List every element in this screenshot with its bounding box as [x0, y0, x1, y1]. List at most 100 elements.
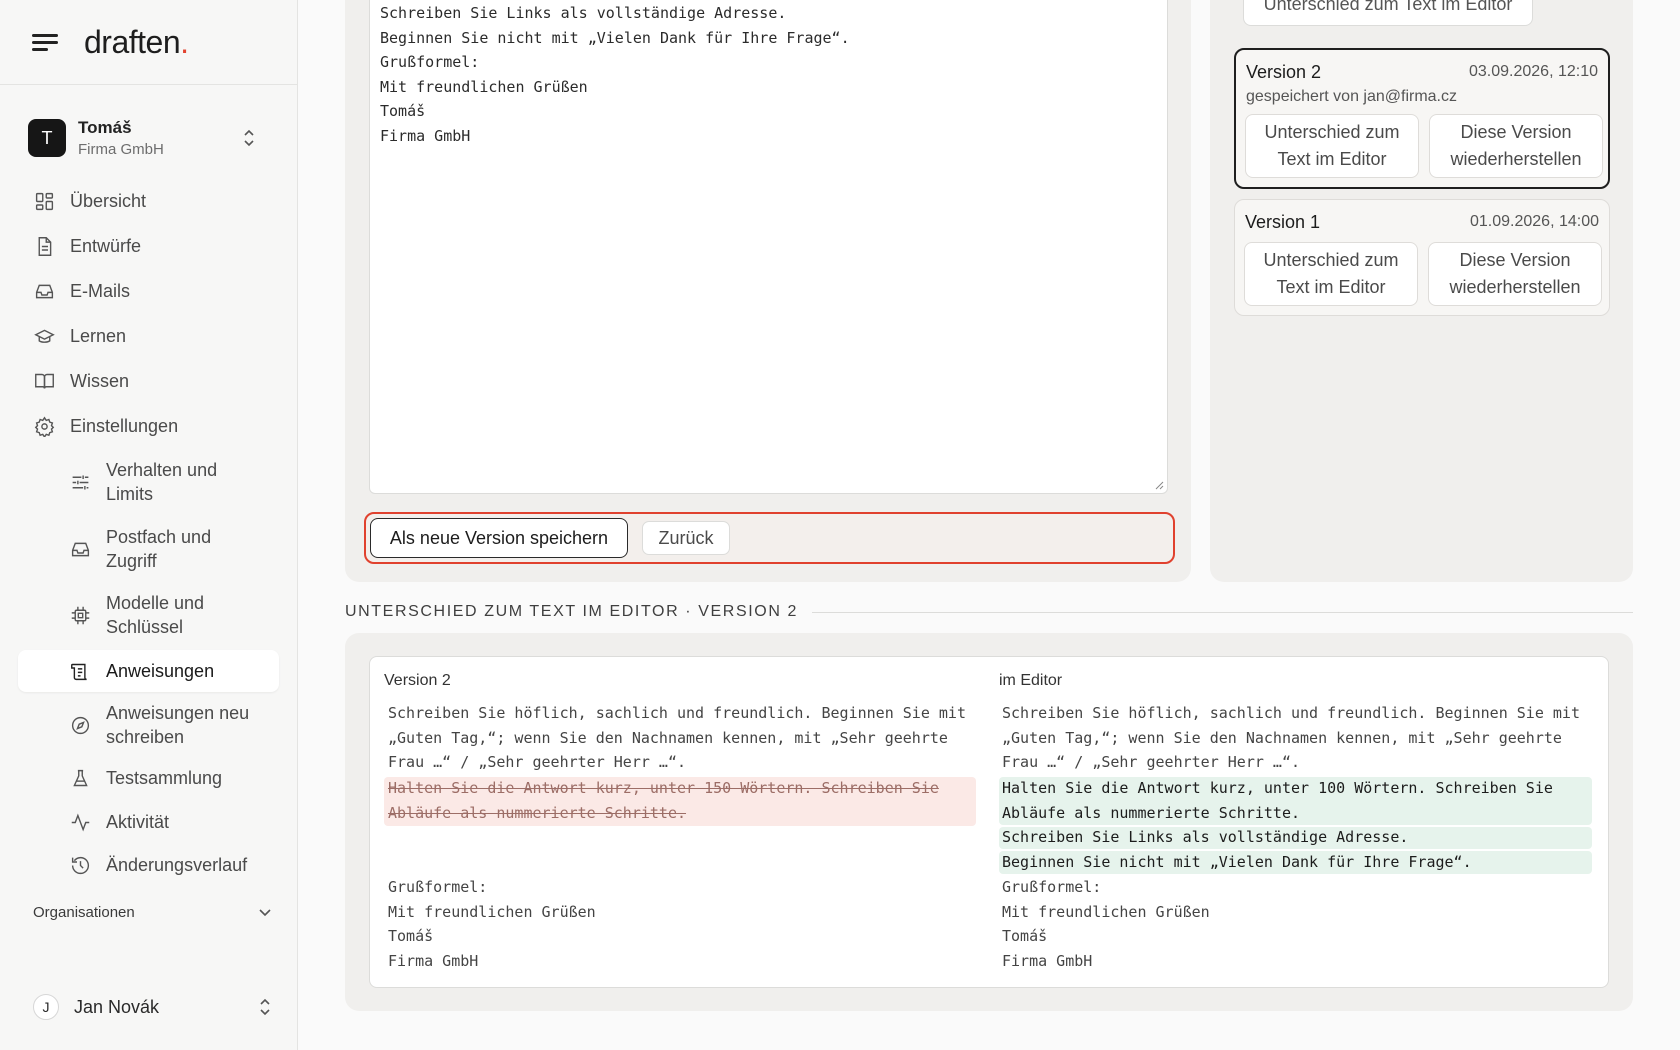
gear-icon	[32, 414, 56, 438]
book-icon	[32, 369, 56, 393]
diff-line-removed: Abläufe als nummerierte Schritte.	[388, 803, 687, 822]
sidebar-item-wissen[interactable]: Wissen	[18, 369, 279, 393]
diff-left-header: Version 2	[384, 672, 451, 689]
version-diff-button[interactable]: Unterschied zum Text im Editor	[1245, 114, 1419, 178]
inbox-icon	[32, 279, 56, 303]
version-restore-button[interactable]: Diese Version wiederherstellen	[1428, 242, 1602, 306]
sidebar-item-label: Entwürfe	[70, 235, 142, 256]
chevron-up-down-icon	[244, 129, 254, 147]
sidebar-subitem-modelle[interactable]: Modelle und Schlüssel	[18, 591, 279, 639]
account-company: Firma GmbH	[78, 141, 164, 158]
version-saved-by: gespeichert von jan@firma.cz	[1246, 88, 1457, 105]
account-name: Tomáš	[78, 118, 132, 137]
sidebar-item-label: Anweisungen	[106, 661, 215, 681]
diff-line: Firma GmbH	[1002, 951, 1093, 970]
diff-line-removed: Halten Sie die Antwort kurz, unter 150 W…	[388, 779, 939, 797]
chevron-up-down-icon	[260, 998, 270, 1016]
diff-line: Firma GmbH	[388, 951, 479, 970]
sidebar-subitem-testsammlung[interactable]: Testsammlung	[18, 766, 279, 790]
diff-line: Schreiben Sie höflich, sachlich und freu…	[388, 704, 966, 722]
save-as-new-version-button[interactable]: Als neue Version speichern	[370, 518, 628, 558]
sidebar: draften. T Tomáš Firma GmbH Übersicht En…	[0, 0, 298, 1050]
brand-logo[interactable]: draften.	[84, 24, 189, 61]
editor-text: Schreiben Sie Links als vollständige Adr…	[380, 4, 850, 145]
sidebar-item-label: Einstellungen	[70, 415, 179, 436]
user-name: Jan Novák	[74, 996, 160, 1017]
sidebar-item-label: Anweisungen neu schreiben	[106, 703, 250, 747]
sidebar-subitem-aktivitaet[interactable]: Aktivität	[18, 810, 279, 834]
sidebar-item-label: Lernen	[70, 325, 127, 346]
sidebar-item-label: Aktivität	[106, 812, 170, 832]
version-card-2[interactable]: Version 2 03.09.2026, 12:10 gespeichert …	[1234, 48, 1610, 189]
sidebar-item-label: Verhalten und Limits	[106, 460, 218, 504]
diff-panel: Version 2 im Editor Schreiben Sie höflic…	[369, 656, 1609, 988]
sidebar-item-label: Testsammlung	[106, 768, 223, 788]
resize-handle-icon[interactable]	[1154, 480, 1164, 490]
sidebar-subitem-postfach[interactable]: Postfach und Zugriff	[18, 525, 279, 573]
flask-icon	[68, 766, 92, 790]
sidebar-subitem-neu-schreiben[interactable]: Anweisungen neu schreiben	[18, 701, 279, 749]
account-avatar: T	[28, 119, 66, 157]
diff-section-title: UNTERSCHIED ZUM TEXT IM EDITOR · VERSION…	[345, 603, 1633, 621]
graduation-cap-icon	[32, 324, 56, 348]
grid-icon	[32, 189, 56, 213]
version-title: Version 1	[1245, 212, 1321, 232]
organisations-toggle[interactable]: Organisationen	[33, 904, 271, 921]
diff-line: „Guten Tag,“; wenn Sie den Nachnamen ken…	[1002, 728, 1562, 747]
sidebar-item-label: Änderungsverlauf	[106, 855, 248, 875]
diff-right-header: im Editor	[999, 672, 1063, 689]
user-menu[interactable]: J Jan Novák	[33, 994, 271, 1020]
sidebar-item-label: Modelle und Schlüssel	[106, 593, 205, 637]
document-icon	[32, 234, 56, 258]
inbox-icon	[68, 537, 92, 561]
chip-icon	[68, 603, 92, 627]
sliders-icon	[68, 470, 92, 494]
activity-icon	[68, 810, 92, 834]
sidebar-item-emails[interactable]: E-Mails	[18, 279, 279, 303]
diff-line: „Guten Tag,“; wenn Sie den Nachnamen ken…	[388, 728, 948, 747]
diff-line: Grußformel:	[388, 878, 488, 896]
version-diff-button[interactable]: Unterschied zum Text im Editor	[1244, 242, 1418, 306]
diff-line-added: Beginnen Sie nicht mit „Vielen Dank für …	[1002, 852, 1472, 871]
diff-line-added: Abläufe als nummerierte Schritte.	[1002, 803, 1301, 822]
diff-to-editor-button[interactable]: Unterschied zum Text im Editor	[1243, 0, 1533, 26]
version-date: 03.09.2026, 12:10	[1468, 63, 1598, 80]
sidebar-item-label: Wissen	[70, 370, 130, 391]
version-restore-button[interactable]: Diese Version wiederherstellen	[1429, 114, 1603, 178]
diff-line: Mit freundlichen Grüßen	[388, 902, 596, 921]
instructions-editor[interactable]: Schreiben Sie Links als vollständige Adr…	[369, 0, 1168, 494]
diff-line: Tomáš	[1002, 927, 1048, 945]
scroll-icon	[68, 659, 92, 683]
diff-line-added: Schreiben Sie Links als vollständige Adr…	[1002, 828, 1409, 846]
back-button[interactable]: Zurück	[642, 521, 730, 555]
sidebar-item-label: Postfach und Zugriff	[106, 527, 212, 571]
sidebar-item-entwuerfe[interactable]: Entwürfe	[18, 234, 279, 258]
sidebar-subitem-aenderungsverlauf[interactable]: Änderungsverlauf	[18, 853, 279, 877]
sidebar-subitem-anweisungen[interactable]: Anweisungen	[18, 650, 279, 692]
diff-line-added: Halten Sie die Antwort kurz, unter 100 W…	[1002, 779, 1553, 797]
diff-line: Frau …“ / „Sehr geehrter Herr …“.	[1002, 753, 1301, 771]
diff-line: Grußformel:	[1002, 878, 1102, 896]
sidebar-item-label: Übersicht	[70, 190, 147, 211]
diff-line: Mit freundlichen Grüßen	[1002, 902, 1210, 921]
diff-line: Schreiben Sie höflich, sachlich und freu…	[1002, 704, 1580, 722]
user-avatar: J	[33, 994, 59, 1020]
version-date: 01.09.2026, 14:00	[1469, 213, 1599, 230]
diff-line: Tomáš	[388, 927, 434, 945]
organisations-label: Organisationen	[33, 904, 135, 921]
sidebar-item-uebersicht[interactable]: Übersicht	[18, 189, 279, 213]
version-card-1[interactable]: Version 1 01.09.2026, 14:00 Unterschied …	[1234, 199, 1610, 316]
diff-line: Frau …“ / „Sehr geehrter Herr …“.	[388, 753, 687, 771]
diff-section-title-text: UNTERSCHIED ZUM TEXT IM EDITOR · VERSION…	[345, 603, 799, 620]
version-title: Version 2	[1246, 62, 1322, 82]
sidebar-item-einstellungen[interactable]: Einstellungen	[18, 414, 279, 438]
sidebar-item-lernen[interactable]: Lernen	[18, 324, 279, 348]
sidebar-subitem-verhalten[interactable]: Verhalten und Limits	[18, 458, 279, 506]
chevron-down-icon	[259, 908, 271, 916]
compass-icon	[68, 713, 92, 737]
history-icon	[68, 853, 92, 877]
menu-icon[interactable]	[32, 32, 60, 52]
account-switcher[interactable]: T Tomáš Firma GmbH	[28, 117, 273, 159]
sidebar-item-label: E-Mails	[70, 280, 131, 301]
logo-row: draften.	[0, 0, 297, 85]
